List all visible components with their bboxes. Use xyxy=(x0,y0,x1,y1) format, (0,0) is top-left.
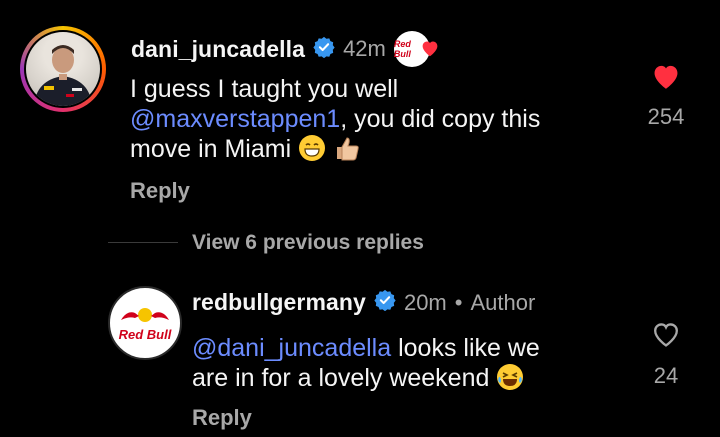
like-button[interactable] xyxy=(648,320,684,353)
comment-body: I guess I taught you well @maxverstappen… xyxy=(130,74,630,164)
mention-link[interactable]: @maxverstappen1 xyxy=(130,105,340,133)
reply-username[interactable]: redbullgermany xyxy=(192,289,366,316)
heart-outline-icon xyxy=(654,323,678,347)
thumbs-up-emoji-icon xyxy=(333,134,361,162)
comment-header: dani_juncadella 42m Red Bull xyxy=(131,31,440,67)
verified-badge-icon xyxy=(374,289,396,316)
like-count: 254 xyxy=(647,104,685,129)
reply-button[interactable]: Reply xyxy=(130,178,190,204)
like-count: 24 xyxy=(653,363,679,388)
driver-photo xyxy=(26,32,100,106)
like-button[interactable] xyxy=(648,62,684,95)
author-label: Author xyxy=(470,289,536,315)
thread-divider xyxy=(108,242,178,243)
meta-separator: • xyxy=(454,289,463,315)
reply-body: @dani_juncadella looks like we are in fo… xyxy=(192,333,632,393)
comment-text-line3: move in Miami xyxy=(130,135,292,163)
reply-button[interactable]: Reply xyxy=(192,405,252,431)
reply-text-line2: are in for a lovely weekend xyxy=(192,364,490,392)
reply-avatar[interactable]: Red Bull xyxy=(108,286,182,360)
comment-avatar[interactable] xyxy=(20,26,106,112)
reply-time: 20m xyxy=(403,289,447,315)
comment-time: 42m xyxy=(343,36,386,61)
reply-text-line1: looks like we xyxy=(391,334,540,362)
reply-header: redbullgermany 20m • Author xyxy=(192,289,535,316)
verified-badge-icon xyxy=(313,36,335,63)
comment-text-line1: I guess I taught you well xyxy=(130,75,399,103)
mention-link[interactable]: @dani_juncadella xyxy=(192,334,391,362)
grinning-face-emoji-icon xyxy=(298,134,326,162)
comment-username[interactable]: dani_juncadella xyxy=(131,36,305,63)
redbull-logo-icon xyxy=(121,308,169,322)
laughing-tears-emoji-icon xyxy=(496,363,524,391)
comment-text-line2: , you did copy this xyxy=(340,105,541,133)
redbull-avatar-text: Red Bull xyxy=(118,327,172,342)
view-previous-replies-button[interactable]: View 6 previous replies xyxy=(192,231,424,255)
heart-filled-icon xyxy=(654,65,678,89)
creator-liked-badge: Red Bull xyxy=(393,31,440,67)
heart-filled-icon xyxy=(420,39,440,62)
